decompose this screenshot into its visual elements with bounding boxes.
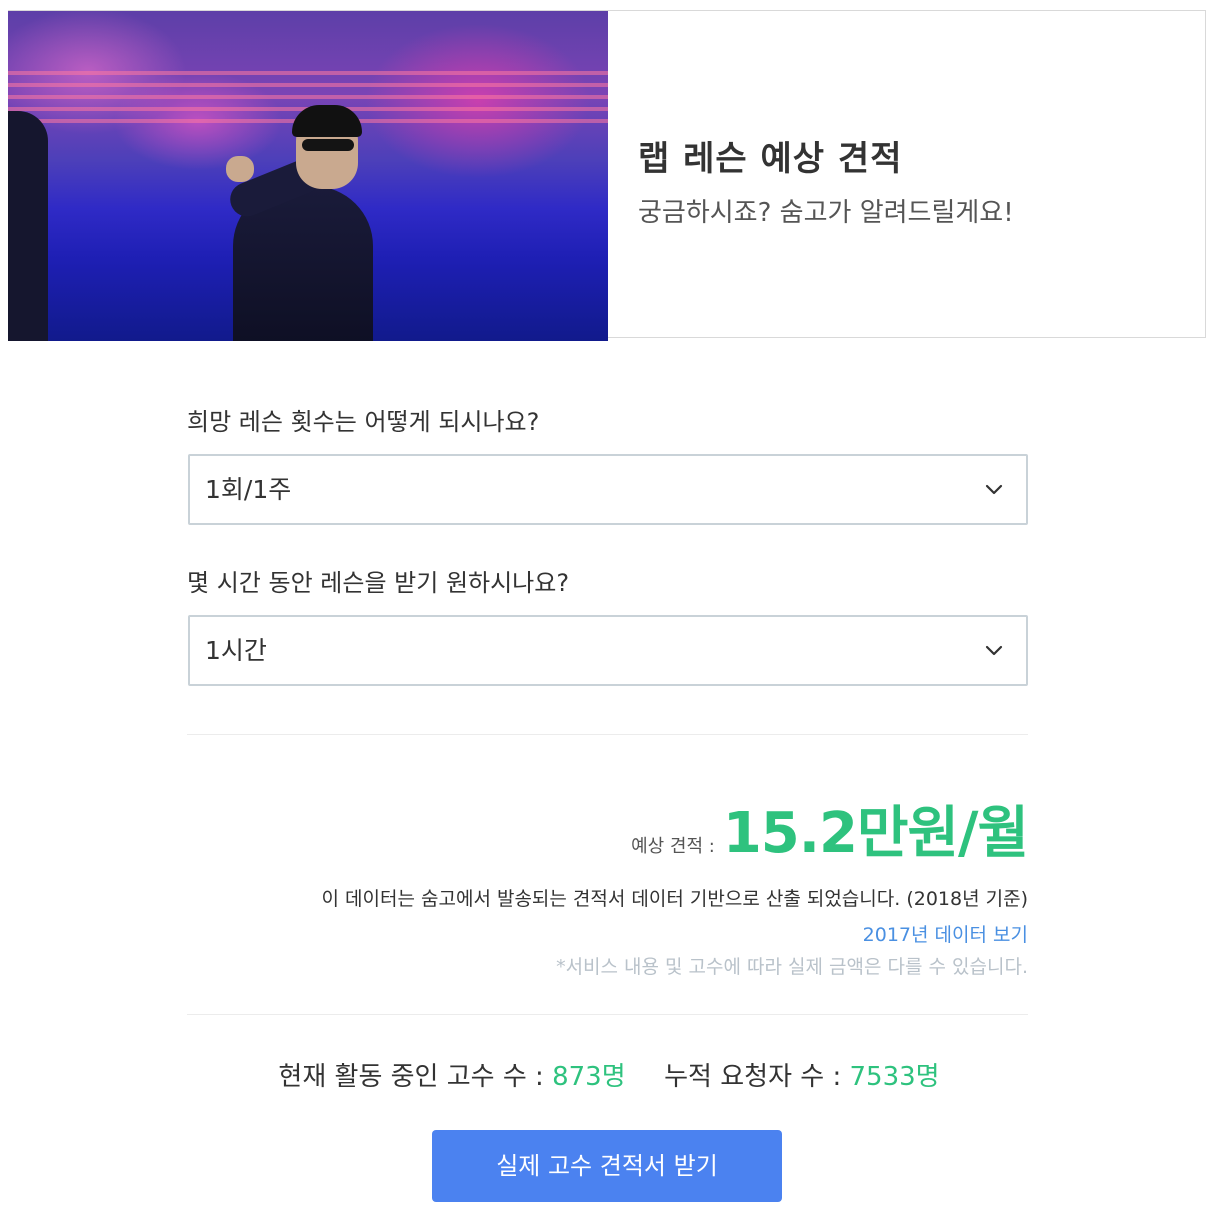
hero-banner: 랩 레슨 예상 견적 궁금하시죠? 숨고가 알려드릴게요!: [8, 10, 1206, 341]
chevron-down-icon: [985, 645, 1003, 656]
get-quote-button[interactable]: 실제 고수 견적서 받기: [432, 1130, 782, 1202]
active-pros-count: 873명: [552, 1062, 626, 1092]
estimate-label: 예상 견적 :: [631, 836, 715, 857]
duration-select-value: 1시간: [205, 636, 267, 665]
frequency-select[interactable]: 1회/1주: [188, 454, 1028, 525]
stats-row: 현재 활동 중인 고수 수 : 873명 누적 요청자 수 : 7533명: [0, 1056, 1218, 1093]
chevron-down-icon: [985, 484, 1003, 495]
data-basis-note: 이 데이터는 숨고에서 발송되는 견적서 데이터 기반으로 산출 되었습니다. …: [321, 888, 1028, 910]
active-pros-label: 현재 활동 중인 고수 수 :: [278, 1062, 544, 1092]
hero-text: 랩 레슨 예상 견적 궁금하시죠? 숨고가 알려드릴게요!: [638, 131, 1014, 229]
total-requests-count: 7533명: [849, 1062, 940, 1092]
total-requests-label: 누적 요청자 수 :: [664, 1062, 842, 1092]
hero-image: [8, 11, 608, 341]
page-title: 랩 레슨 예상 견적: [638, 139, 903, 179]
duration-question: 몇 시간 동안 레슨을 받기 원하시나요?: [187, 569, 570, 597]
estimate-value: 15.2만원/월: [722, 801, 1029, 866]
section-divider: [187, 1014, 1028, 1015]
frequency-question: 희망 레슨 횟수는 어떻게 되시나요?: [187, 408, 540, 436]
page-subtitle: 궁금하시죠? 숨고가 알려드릴게요!: [638, 198, 1014, 228]
past-data-link[interactable]: 2017년 데이터 보기: [863, 920, 1028, 947]
price-disclaimer: *서비스 내용 및 고수에 따라 실제 금액은 다를 수 있습니다.: [556, 956, 1028, 978]
duration-select[interactable]: 1시간: [188, 615, 1028, 686]
frequency-select-value: 1회/1주: [205, 475, 292, 504]
section-divider: [187, 734, 1028, 735]
estimate-row: 예상 견적 : 15.2만원/월: [631, 788, 1029, 869]
